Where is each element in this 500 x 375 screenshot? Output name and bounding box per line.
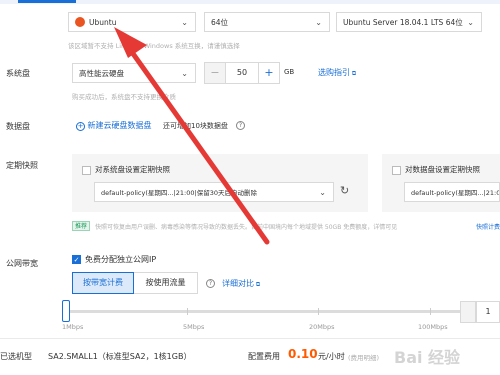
system-snapshot-policy-value: default-policy(星期四...|21:00|保留30天后自动删除 xyxy=(101,189,257,197)
disk-size-value: 50 xyxy=(236,68,248,77)
checkbox-box xyxy=(82,165,91,175)
system-snapshot-policy-select[interactable]: default-policy(星期四...|21:00|保留30天后自动删除 ⌄ xyxy=(94,182,334,202)
system-snapshot-checkbox[interactable]: 对系统盘设置定期快照 xyxy=(82,164,170,175)
data-disk-label: 数据盘 xyxy=(6,122,30,131)
system-disk-hint: 购买成功后，系统盘不支持更换介质 xyxy=(72,93,176,101)
ubuntu-icon xyxy=(75,17,85,27)
compare-link[interactable]: 详细对比 ⧉ xyxy=(222,278,260,289)
slider-tick-label-1: 1Mbps xyxy=(62,323,84,331)
disk-unit: GB xyxy=(284,68,295,76)
refresh-icon[interactable]: ↻ xyxy=(340,184,349,197)
plus-circle-icon: + xyxy=(76,122,85,131)
slider-tick xyxy=(430,308,431,315)
tab-by-bandwidth-label: 按带宽计费 xyxy=(83,278,123,287)
bandwidth-minus-button[interactable] xyxy=(460,301,476,323)
bandwidth-slider-track[interactable] xyxy=(68,310,460,313)
bandwidth-value: 1 xyxy=(485,307,491,316)
image-hint: 该区域暂不支持 Linux 和 Windows 系统互换，请谨慎选择 xyxy=(68,42,240,50)
check-icon: ✓ xyxy=(72,255,81,264)
bandwidth-slider-handle[interactable] xyxy=(62,300,70,322)
recommend-badge: 推荐 xyxy=(72,221,91,231)
price-value: 0.10 xyxy=(288,347,318,361)
bandwidth-label: 公网带宽 xyxy=(6,259,38,268)
add-data-disk-button[interactable]: + 新建云硬盘数据盘 xyxy=(76,120,152,131)
disk-size-minus-button[interactable]: − xyxy=(204,62,226,84)
system-disk-label: 系统盘 xyxy=(6,69,30,78)
help-icon[interactable]: ? xyxy=(236,121,245,130)
disk-size-plus-button[interactable]: + xyxy=(258,62,280,84)
chevron-down-icon: ⌄ xyxy=(315,18,322,27)
bit-select[interactable]: 64位 ⌄ xyxy=(204,12,330,32)
price-note[interactable]: (费用明细) xyxy=(348,352,379,362)
bit-select-value: 64位 xyxy=(211,17,229,27)
checkbox-box xyxy=(392,165,401,175)
slider-tick-label-5: 5Mbps xyxy=(183,323,205,331)
data-snapshot-policy-value: default-policy(星期四...|21:00 xyxy=(411,189,500,197)
disk-size-input[interactable]: 50 xyxy=(226,62,258,84)
tab-by-bandwidth[interactable]: 按带宽计费 xyxy=(72,272,134,294)
free-ip-label: 免费分配独立公网IP xyxy=(85,255,157,264)
chevron-down-icon: ⌄ xyxy=(319,188,326,197)
data-snapshot-policy-select[interactable]: default-policy(星期四...|21:00 xyxy=(404,182,500,202)
slider-tick-label-100: 100Mbps xyxy=(418,323,448,331)
version-select[interactable]: Ubuntu Server 18.04.1 LTS 64位 ⌄ xyxy=(336,12,482,32)
slider-tick-label-20: 20Mbps xyxy=(309,323,335,331)
snapshot-label: 定期快照 xyxy=(6,161,38,170)
add-data-disk-text: 新建云硬盘数据盘 xyxy=(87,121,152,130)
active-tab-indicator xyxy=(18,0,76,3)
free-ip-checkbox[interactable]: ✓ 免费分配独立公网IP xyxy=(72,254,156,265)
tab-by-traffic-label: 按使用流量 xyxy=(145,278,186,287)
model-value: SA2.SMALL1（标准型SA2，1核1GB） xyxy=(48,352,192,361)
os-select-value: Ubuntu xyxy=(89,17,117,27)
help-icon[interactable]: ? xyxy=(206,279,215,288)
recommend-text: 快照可恢复由用户误删、病毒感染等情况导致的数据丢失。目前中国境内每个地域提供 5… xyxy=(95,224,398,231)
data-snapshot-checkbox[interactable]: 对数据盘设置定期快照 xyxy=(392,164,480,175)
compare-link-text: 详细对比 xyxy=(222,279,254,288)
watermark: Bai 经验 xyxy=(394,348,461,367)
model-label: 已选机型 xyxy=(0,352,32,361)
slider-tick xyxy=(318,308,319,315)
snapshot-billing-link[interactable]: 快照计费 xyxy=(476,222,500,231)
data-disk-remaining: 还可增加10块数据盘 xyxy=(163,122,228,130)
chevron-down-icon: ⌄ xyxy=(467,18,474,27)
chevron-down-icon: ⌄ xyxy=(181,18,188,27)
disk-type-value: 高性能云硬盘 xyxy=(79,68,124,78)
bandwidth-value-input[interactable]: 1 xyxy=(476,301,500,323)
version-select-value: Ubuntu Server 18.04.1 LTS 64位 xyxy=(343,17,463,27)
external-link-icon: ⧉ xyxy=(254,281,261,288)
data-snapshot-checkbox-label: 对数据盘设置定期快照 xyxy=(405,165,480,174)
tab-by-traffic[interactable]: 按使用流量 xyxy=(134,272,198,294)
external-link-icon: ⧉ xyxy=(350,70,357,77)
disk-help-link[interactable]: 选购指引 ⧉ xyxy=(318,67,356,78)
chevron-down-icon: ⌄ xyxy=(181,69,188,78)
slider-tick xyxy=(187,308,188,315)
os-select[interactable]: Ubuntu ⌄ xyxy=(68,12,196,32)
fee-label: 配置费用 xyxy=(248,352,280,361)
disk-help-link-text: 选购指引 xyxy=(318,68,350,77)
disk-type-select[interactable]: 高性能云硬盘 ⌄ xyxy=(72,63,196,83)
system-snapshot-checkbox-label: 对系统盘设置定期快照 xyxy=(95,165,170,174)
price-unit: 元/小时 xyxy=(318,352,345,361)
